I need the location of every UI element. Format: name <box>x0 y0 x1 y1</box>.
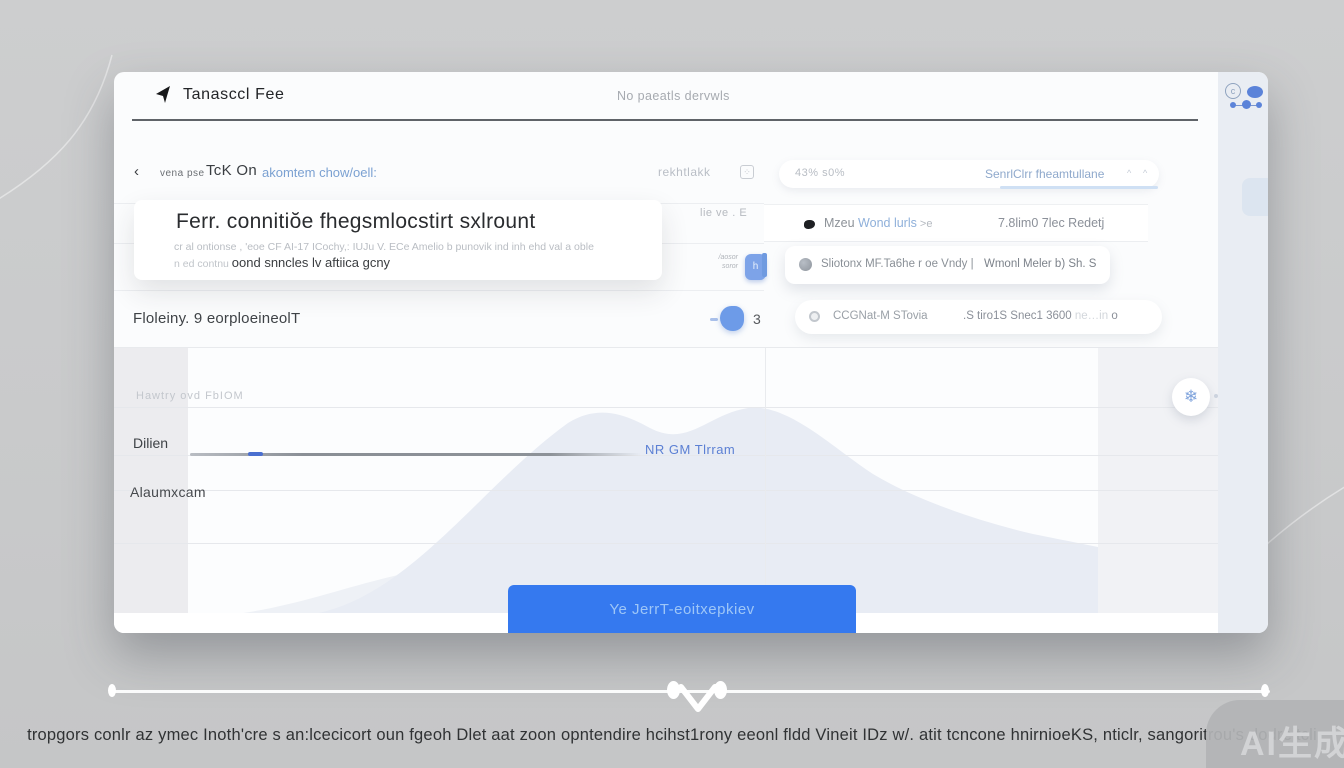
mountain-silhouette <box>188 348 1098 613</box>
tooltip-subtext: cr al ontionse , 'eoe CF AI-17 ICochy,: … <box>174 241 594 253</box>
name-link[interactable]: Wond lurls <box>858 216 917 230</box>
mini-dot-icon <box>1242 100 1251 109</box>
subheader-back-icon[interactable]: ‹ <box>134 163 139 180</box>
list-item[interactable]: Mzeu Wond lurls >e 7.8lim0 7lec Redetj <box>764 204 1148 242</box>
left-row-tiny-text: /aosor soror <box>698 253 738 271</box>
pagination-dot-left[interactable] <box>108 684 116 697</box>
pagination-dot-right[interactable] <box>1261 684 1269 697</box>
gridline <box>114 407 1218 408</box>
header-divider <box>132 119 1198 121</box>
subheader-right-label: rekhtlakk <box>658 165 711 179</box>
caret-icon[interactable]: ^ <box>1143 168 1147 178</box>
chart-left-strip <box>114 348 188 613</box>
list-item-value: Wmonl Meler b) Sh. S <box>984 258 1096 270</box>
caret-icon[interactable]: ^ <box>1127 168 1131 178</box>
subheader-small-label: vena pse <box>160 168 205 179</box>
tooltip-popup: Ferr. connitiŏe fhegsmlocstirt sxlrount … <box>134 200 662 280</box>
chart-row-label: Dilien <box>133 435 168 451</box>
chart-row-label: Alaumxcam <box>130 484 206 500</box>
tiny-line-1: /aosor <box>698 253 738 262</box>
globe-icon <box>799 258 812 271</box>
page-title: Tanasccl Fee <box>183 86 284 104</box>
left-row-value: lie ve . E <box>700 207 747 219</box>
filter-pill-link[interactable]: SenrlClrr fheamtullane <box>985 167 1104 181</box>
rail-scroll-thumb[interactable] <box>1242 178 1268 216</box>
watermark-text: AI生成 <box>1240 716 1344 765</box>
filter-pill[interactable]: 43% s0% SenrlClrr fheamtullane ^ ^ <box>779 160 1159 188</box>
list-item-name: Sliotonx MF.Ta6he r oe Vndy | <box>821 258 974 270</box>
chart-canvas <box>188 348 1098 613</box>
user-dot-icon[interactable] <box>1247 86 1263 98</box>
mini-dot-icon <box>1256 102 1262 108</box>
gridline-vertical <box>765 348 766 613</box>
tiny-line-2: soror <box>698 262 738 271</box>
header-status-text: No paeatls dervwls <box>617 89 730 103</box>
ring-icon <box>809 311 820 322</box>
subheader-title: TcK On <box>206 162 257 179</box>
row-divider <box>114 290 764 291</box>
chart-area: Hawtry ovd FbIOM Dilien Alaumxcam NR GM … <box>114 348 1218 613</box>
mini-dot-icon <box>1230 102 1236 108</box>
list-item-name: Mzeu Wond lurls >e <box>824 216 932 230</box>
filter-pill-stats: 43% s0% <box>795 167 845 179</box>
row-accent-bar <box>762 253 767 277</box>
app-window: Tanasccl Fee No paeatls dervwls ‹ vena p… <box>114 72 1268 633</box>
pill-highlight-edge <box>1000 186 1158 189</box>
chevron-down-icon[interactable] <box>676 684 720 714</box>
snowflake-fab-button[interactable]: ❄ <box>1172 378 1210 416</box>
clock-icon[interactable]: c <box>1225 83 1241 99</box>
footer-caption: tropgors conlr az ymec Inoth'cre s an:lc… <box>0 726 1344 745</box>
name-suffix: >e <box>917 218 933 230</box>
chart-axis-label: Hawtry ovd FbIOM <box>136 390 244 402</box>
watermark-badge: AI生成 <box>1206 700 1344 768</box>
screenshot-stage: Tanasccl Fee No paeatls dervwls ‹ vena p… <box>0 0 1344 768</box>
list-item-value: 7.8lim0 7lec Redetj <box>998 216 1104 230</box>
tooltip-line2-dark: oond snncles lv aftiica gcny <box>232 255 390 270</box>
field-label: Floleiny. 9 eorploeineolT <box>133 310 300 327</box>
list-item-name: CCGNat-M STovia <box>833 310 928 322</box>
list-item-value: .S tiro1S Snec1 3600 ne…in o <box>963 310 1118 322</box>
tooltip-line2-light: n ed contnu <box>174 258 232 270</box>
gridline <box>114 543 1218 544</box>
chart-annotation: NR GM Tlrram <box>645 442 735 457</box>
bullet-icon <box>804 220 815 229</box>
subheader-link[interactable]: akomtem chow/oell: <box>262 165 377 180</box>
list-item[interactable]: CCGNat-M STovia .S tiro1S Snec1 3600 ne…… <box>795 300 1162 334</box>
stepper-value: 3 <box>753 311 761 327</box>
tooltip-line2: n ed contnu oond snncles lv aftiica gcny <box>174 255 390 270</box>
options-icon[interactable]: ⁘ <box>740 165 754 179</box>
value-end: o <box>1111 310 1117 322</box>
name-prefix: Mzeu <box>824 216 858 230</box>
value-main: .S tiro1S Snec1 3600 <box>963 310 1072 322</box>
value-faint: ne…in <box>1075 310 1108 322</box>
stepper-minus-icon[interactable] <box>710 318 718 321</box>
timeline-progress[interactable] <box>248 452 263 456</box>
gridline <box>114 490 1218 491</box>
right-rail: c <box>1218 72 1268 633</box>
primary-cta-button[interactable]: Ye JerrT-eoitxepkiev <box>508 585 856 633</box>
list-item[interactable]: Sliotonx MF.Ta6he r oe Vndy | Wmonl Mele… <box>785 246 1110 284</box>
tooltip-title: Ferr. connitiŏe fhegsmlocstirt sxlrount <box>176 210 536 234</box>
back-arrow-icon[interactable] <box>154 85 174 105</box>
toggle-knob[interactable] <box>720 306 744 331</box>
